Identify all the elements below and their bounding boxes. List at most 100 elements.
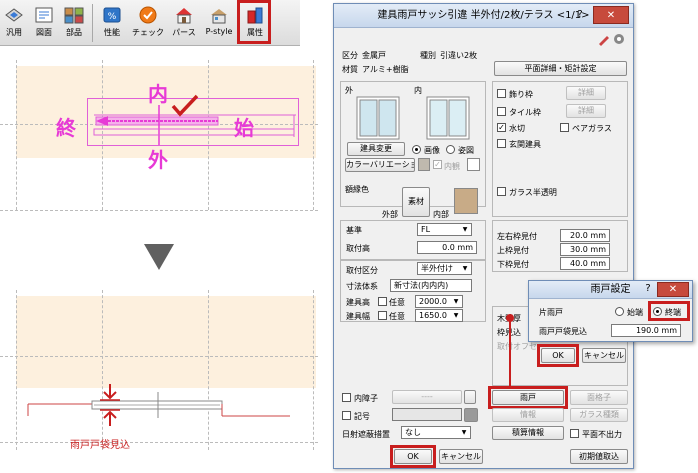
help-button[interactable]: ?	[570, 6, 590, 24]
glass-translucent-label: ガラス半透明	[509, 188, 557, 197]
color-variation-button[interactable]: カラーバリエーション	[345, 158, 415, 172]
solar-shading-label: 日射遮蔽措置	[342, 430, 390, 439]
base-select[interactable]: FL ▼	[417, 223, 472, 236]
tile-frame-checkbox[interactable]	[497, 107, 506, 116]
solar-shading-value: なし	[405, 428, 421, 437]
inner-swatch	[467, 158, 480, 171]
close-button[interactable]: ✕	[593, 6, 629, 24]
radio-start-end[interactable]	[615, 307, 624, 316]
decor-frame-label: 飾り枠	[509, 90, 533, 99]
inside-label: 内	[148, 82, 168, 106]
plan-no-output-checkbox[interactable]	[570, 429, 579, 438]
pair-glass-label: ペアガラス	[572, 124, 612, 133]
decor-frame-checkbox[interactable]	[497, 89, 506, 98]
toolbar-parts-button[interactable]: 部品	[60, 3, 88, 43]
toolbar-label: 図面	[36, 28, 52, 37]
width-free-checkbox[interactable]	[378, 311, 387, 320]
radio-figure[interactable]	[446, 145, 455, 154]
shutter-settings-dialog: 雨戸設定 ? ✕ 片雨戸 始端 終端 雨戸戸袋見込 190.0 mm	[528, 280, 693, 342]
toolbar-perspective-button[interactable]: パース	[168, 3, 200, 43]
height-free-label: 任意	[389, 298, 405, 307]
toolbar-separator	[92, 4, 93, 42]
symbol-label: 記号	[354, 412, 370, 421]
tile-frame-label: タイル枠	[509, 108, 541, 117]
glass-translucent-checkbox[interactable]	[497, 187, 506, 196]
symbol-checkbox[interactable]	[342, 411, 351, 420]
material-button[interactable]: 素材	[402, 187, 430, 217]
base-label: 基準	[346, 226, 362, 235]
dropdown-icon: ▼	[462, 226, 468, 233]
inner-shoji-small-button[interactable]	[464, 390, 476, 404]
p-style-icon	[211, 9, 227, 24]
frame-color-label: 額縁色	[345, 185, 369, 194]
height-free-checkbox[interactable]	[378, 297, 387, 306]
inner-shoji-select-button[interactable]: ----	[392, 390, 462, 404]
height-value: 2000.0	[419, 297, 447, 306]
pair-glass-checkbox[interactable]	[560, 123, 569, 132]
decor-frame-detail-button[interactable]: 詳細	[566, 86, 606, 100]
pencil-settings-icon[interactable]	[597, 32, 627, 46]
sub-close-button[interactable]: ✕	[657, 282, 689, 297]
inner-view-label: 内観	[444, 162, 460, 171]
window-preview-inner	[426, 96, 470, 140]
plan-detail-button[interactable]: 平面詳細・矩計設定	[494, 61, 627, 76]
inner-shoji-label: 内障子	[354, 394, 378, 403]
fitting-width-label: 建具幅	[346, 312, 370, 321]
dialog-title: 建具雨戸サッシ引違 半外付/2枚/テラス <1/1>	[377, 10, 590, 21]
toolbar-label: パース	[172, 28, 196, 37]
width-select[interactable]: 1650.0 ▼	[415, 309, 463, 322]
preview-inner-label: 内	[414, 86, 422, 95]
toolbar-drawing-button[interactable]: 図面	[30, 3, 58, 43]
solar-shading-select[interactable]: なし ▼	[401, 426, 471, 439]
mount-type-value: 半外付け	[421, 264, 453, 273]
symbol-color-button[interactable]	[464, 408, 478, 422]
outer-side-label: 外部	[382, 210, 398, 219]
side-frame-label: 左右枠見付	[497, 232, 537, 241]
checkmark-icon	[171, 94, 199, 117]
dimension-system-field[interactable]: 新寸法(内内内)	[390, 279, 472, 292]
height-select[interactable]: 2000.0 ▼	[415, 295, 463, 308]
bottom-frame-input[interactable]: 40.0 mm	[560, 257, 610, 270]
toolbar-check-button[interactable]: チェック	[130, 3, 166, 43]
end-label: 終	[56, 116, 76, 140]
symbol-field[interactable]	[392, 408, 462, 421]
cancel-button[interactable]: キャンセル	[439, 449, 483, 464]
material-label: 材質	[342, 65, 358, 74]
inner-shoji-checkbox[interactable]	[342, 393, 351, 402]
side-frame-input[interactable]: 20.0 mm	[560, 229, 610, 242]
mount-type-select[interactable]: 半外付け ▼	[417, 262, 472, 275]
estimate-info-button[interactable]: 積算情報	[492, 426, 564, 440]
radio-start-end-label: 始端	[627, 308, 643, 317]
pocket-depth-input[interactable]: 190.0 mm	[611, 324, 681, 337]
glass-type-button[interactable]: ガラス種類	[570, 408, 628, 422]
mount-type-label: 取付区分	[346, 266, 378, 275]
sub-help-button[interactable]: ?	[641, 281, 655, 297]
toolbar-general-button[interactable]: 汎用	[0, 3, 28, 43]
sub-dialog-title: 雨戸設定	[590, 284, 631, 295]
single-shutter-label: 片雨戸	[539, 308, 563, 317]
load-initial-button[interactable]: 初期値取込	[570, 449, 628, 464]
general-icon	[5, 8, 23, 22]
radio-image[interactable]	[412, 145, 421, 154]
sub-ok-highlight	[537, 344, 579, 367]
performance-icon: %	[103, 7, 121, 23]
sub-cancel-button[interactable]: キャンセル	[582, 348, 626, 363]
mount-height-input[interactable]: 0.0 mm	[417, 241, 477, 254]
grid-line	[0, 210, 318, 211]
inner-view-checkbox[interactable]: ✓	[433, 160, 442, 169]
drip-checkbox[interactable]: ✓	[497, 123, 506, 132]
type-value: 引違い2枚	[440, 51, 478, 60]
tile-frame-detail-button[interactable]: 詳細	[566, 104, 606, 118]
entrance-checkbox[interactable]	[497, 139, 506, 148]
toolbar-performance-button[interactable]: % 性能	[98, 3, 126, 43]
inner-frame-color-swatch[interactable]	[454, 188, 478, 214]
symbol-info-button[interactable]: 情報	[492, 408, 564, 422]
top-frame-input[interactable]: 30.0 mm	[560, 243, 610, 256]
check-icon	[139, 6, 157, 24]
grille-button[interactable]: 面格子	[570, 390, 628, 405]
change-fitting-button[interactable]: 建具変更	[347, 142, 405, 156]
entrance-label: 玄関建具	[509, 140, 541, 149]
base-select-value: FL	[421, 225, 431, 234]
toolbar-p-style-button[interactable]: P-style	[202, 3, 236, 43]
shutter-highlight	[488, 386, 568, 409]
